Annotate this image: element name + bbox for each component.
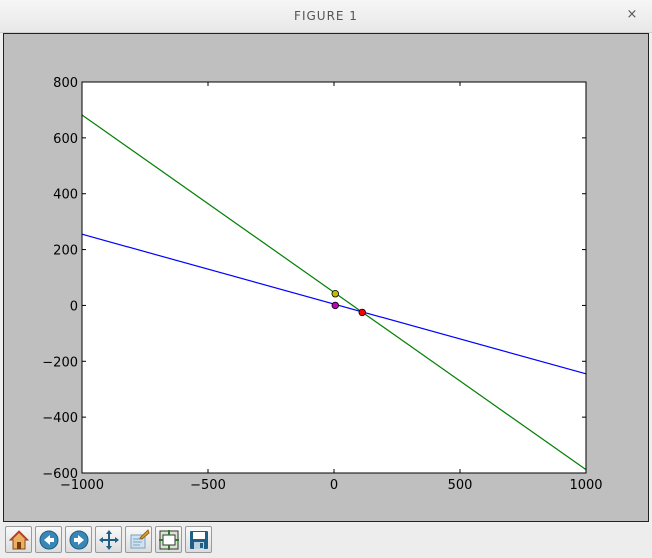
zoom-button[interactable]	[125, 526, 152, 553]
line-chart: −1000 −500 0 500 1000−600−400−20002004006008…	[42, 76, 602, 493]
data-point-0	[331, 301, 339, 310]
x-tick-label: 1000	[569, 478, 602, 493]
subplots-icon	[159, 530, 179, 550]
pan-icon	[99, 530, 119, 550]
y-tick-label: 800	[53, 76, 78, 91]
plot-area	[82, 82, 586, 473]
navigation-toolbar	[0, 523, 652, 558]
save-button[interactable]	[185, 526, 212, 553]
save-icon	[190, 531, 208, 549]
x-tick-label: 500	[448, 478, 473, 493]
forward-icon	[69, 530, 89, 550]
data-point-1	[331, 289, 339, 298]
back-button[interactable]	[35, 526, 62, 553]
y-tick-label: −400	[42, 411, 78, 426]
back-icon	[39, 530, 59, 550]
x-tick-label: 0	[330, 478, 338, 493]
y-tick-label: 0	[70, 299, 78, 314]
home-icon	[8, 530, 30, 550]
y-tick-label: 200	[53, 244, 78, 259]
y-tick-label: 600	[53, 132, 78, 147]
x-tick-label: −500	[190, 478, 226, 493]
home-button[interactable]	[5, 526, 32, 553]
figure-window: FIGURE 1 × −1000 −500 0 500 1000 −600 −400 −200…	[0, 0, 652, 558]
y-tick-label: 400	[53, 188, 78, 203]
zoom-icon	[130, 529, 150, 549]
y-tick-label: −200	[42, 355, 78, 370]
y-tick-label: −600	[42, 467, 78, 482]
forward-button[interactable]	[65, 526, 92, 553]
subplots-button[interactable]	[155, 526, 182, 553]
pan-button[interactable]	[95, 526, 122, 553]
data-point-2	[358, 308, 366, 317]
